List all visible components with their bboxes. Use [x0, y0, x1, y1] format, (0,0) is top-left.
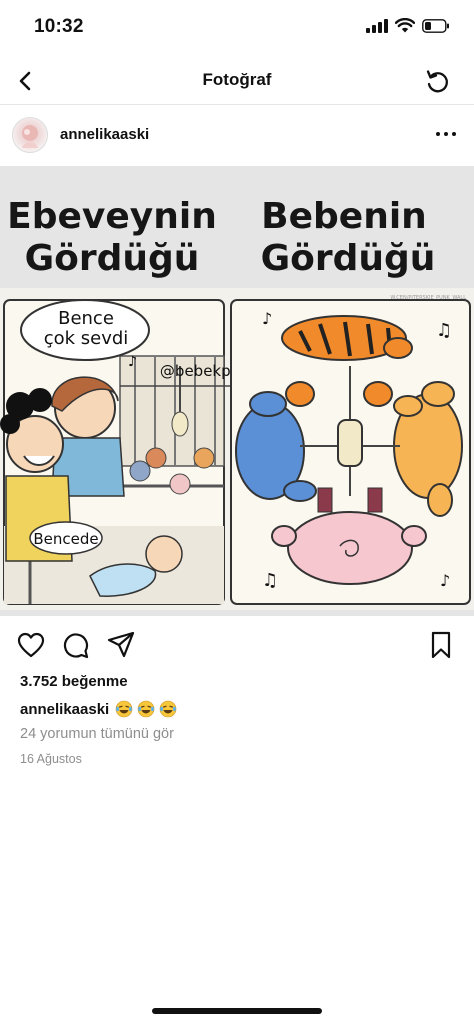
status-time: 10:32 — [34, 16, 84, 37]
avatar-image — [22, 125, 38, 148]
svg-text:♫: ♫ — [436, 320, 452, 341]
status-icons — [366, 18, 450, 33]
svg-text:♪: ♪ — [440, 571, 450, 590]
send-icon[interactable] — [106, 630, 136, 660]
post-date: 16 Ağustos — [20, 752, 82, 766]
refresh-icon[interactable] — [422, 66, 452, 96]
comment-icon[interactable] — [60, 630, 90, 660]
speech-bubble-line2: çok sevdi — [44, 328, 129, 349]
avatar[interactable] — [12, 117, 48, 153]
likes-count[interactable]: 3.752 beğenme — [20, 673, 128, 690]
speech-bubble-line1: Bence — [58, 308, 114, 329]
battery-icon — [422, 18, 449, 33]
post-actions — [0, 628, 474, 664]
left-title-line2: Gördüğü — [25, 238, 200, 279]
view-all-comments-link[interactable]: 24 yorumun tümünü gör — [20, 726, 174, 742]
caption-username[interactable]: annelikaaski — [20, 701, 109, 718]
page-title: Fotoğraf — [202, 70, 272, 89]
wifi-icon — [395, 18, 415, 33]
caption: annelikaaski — [20, 700, 177, 718]
laughing-tears-emoji-icon — [159, 700, 177, 718]
bookmark-icon[interactable] — [426, 630, 456, 660]
home-indicator[interactable] — [152, 1008, 322, 1014]
post-image[interactable]: Ebeveynin Gördüğü Bebenin Gördüğü W.CEN/… — [0, 166, 474, 616]
right-title-line2: Gördüğü — [261, 238, 436, 279]
signal-icon — [366, 18, 388, 33]
right-title-line1: Bebenin — [261, 196, 427, 237]
comic-illustration: Ebeveynin Gördüğü Bebenin Gördüğü W.CEN/… — [0, 166, 474, 616]
laughing-tears-emoji-icon — [137, 700, 155, 718]
svg-text:♫: ♫ — [262, 570, 278, 591]
laughing-tears-emoji-icon — [115, 700, 133, 718]
status-bar: 10:32 — [0, 0, 474, 56]
left-title-line1: Ebeveynin — [7, 196, 217, 237]
nav-bar: Fotoğraf — [0, 56, 474, 105]
heart-icon[interactable] — [16, 630, 46, 660]
svg-text:♪: ♪ — [262, 309, 272, 328]
svg-text:♪: ♪ — [128, 354, 137, 370]
more-horizontal-icon[interactable] — [434, 124, 458, 144]
post-header: annelikaaski — [0, 110, 474, 160]
baby-speech-bubble: Bencede — [33, 530, 98, 548]
post-username[interactable]: annelikaaski — [60, 126, 149, 143]
